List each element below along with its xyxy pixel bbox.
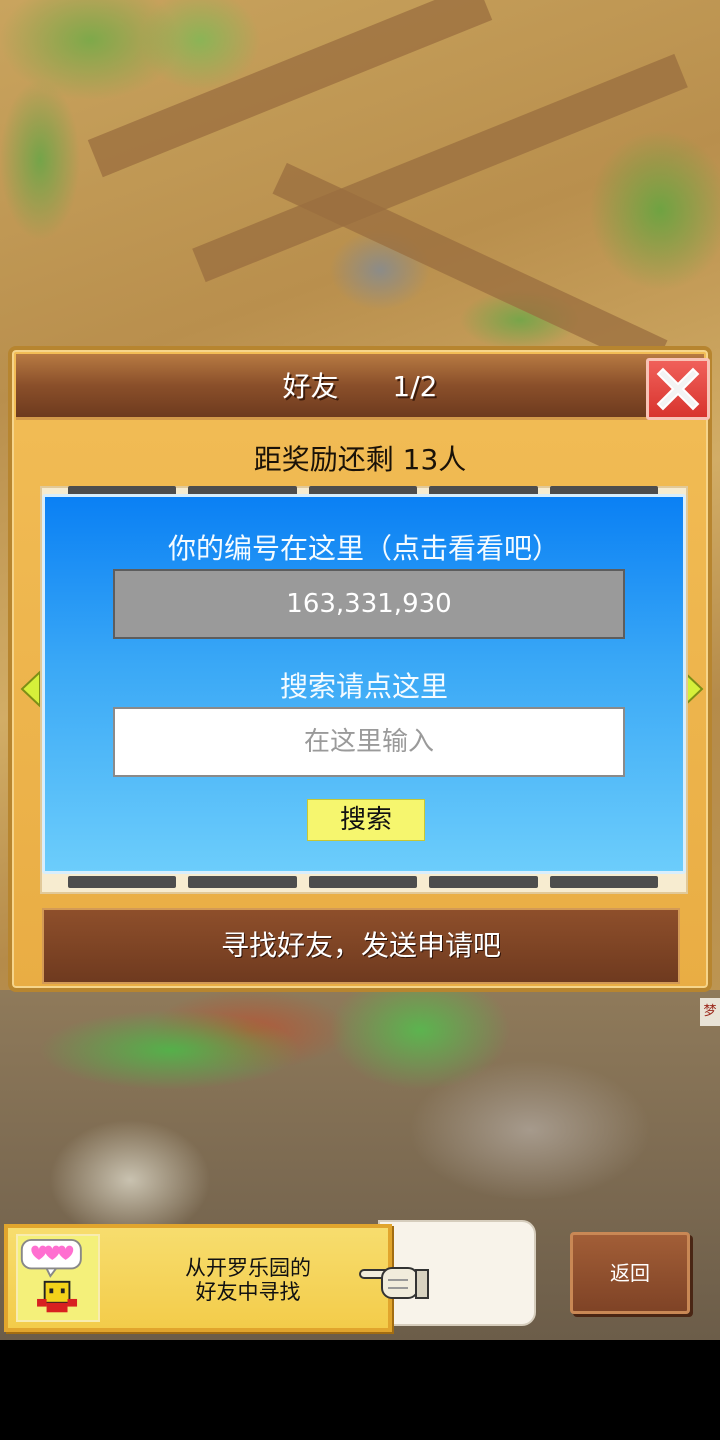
kairo-banner-text: 从开罗乐园的 好友中寻找 <box>158 1256 338 1304</box>
friend-id-search-input[interactable] <box>113 707 625 777</box>
friend-slot <box>188 876 297 888</box>
dialog-title: 好友 1/2 <box>16 354 704 420</box>
arrow-left-icon[interactable] <box>20 670 42 708</box>
close-button[interactable] <box>646 358 710 420</box>
title-label: 好友 <box>282 370 339 403</box>
page-indicator: 1/2 <box>392 370 438 403</box>
kairo-banner-line1: 从开罗乐园的 <box>185 1256 311 1280</box>
friend-slot <box>308 876 418 888</box>
close-icon <box>656 367 700 411</box>
dialog-title-bar: 好友 1/2 <box>16 354 710 420</box>
friend-slots-bottom <box>68 876 659 888</box>
search-label: 搜索请点这里 <box>279 670 448 703</box>
pointing-hand-icon <box>359 1267 429 1299</box>
kairo-banner-line2: 好友中寻找 <box>195 1280 301 1304</box>
reward-remaining-text: 距奖励还剩 13人 <box>253 443 467 476</box>
mascot-frame <box>16 1234 100 1322</box>
side-tab[interactable]: 梦 <box>700 998 720 1026</box>
search-button[interactable]: 搜索 <box>307 799 425 841</box>
friends-dialog: 好友 1/2 距奖励还剩 13人 你的编号在这里（点击看看吧） 163,331,… <box>8 346 712 992</box>
friend-slot <box>549 876 659 888</box>
your-id-label: 你的编号在这里（点击看看吧） <box>167 532 560 565</box>
friend-slot <box>68 876 177 888</box>
back-button[interactable]: 返回 <box>570 1232 690 1314</box>
friend-id-panel: 你的编号在这里（点击看看吧） 163,331,930 搜索请点这里 搜索 <box>42 494 686 874</box>
bottom-black-bar <box>0 1340 720 1440</box>
find-friends-button[interactable]: 寻找好友，发送申请吧 <box>42 908 680 984</box>
kairo-friends-banner[interactable]: 从开罗乐园的 好友中寻找 <box>4 1224 392 1332</box>
player-id-box[interactable]: 163,331,930 <box>113 569 625 639</box>
friend-slot <box>429 876 538 888</box>
kairobot-icon <box>20 1238 82 1313</box>
